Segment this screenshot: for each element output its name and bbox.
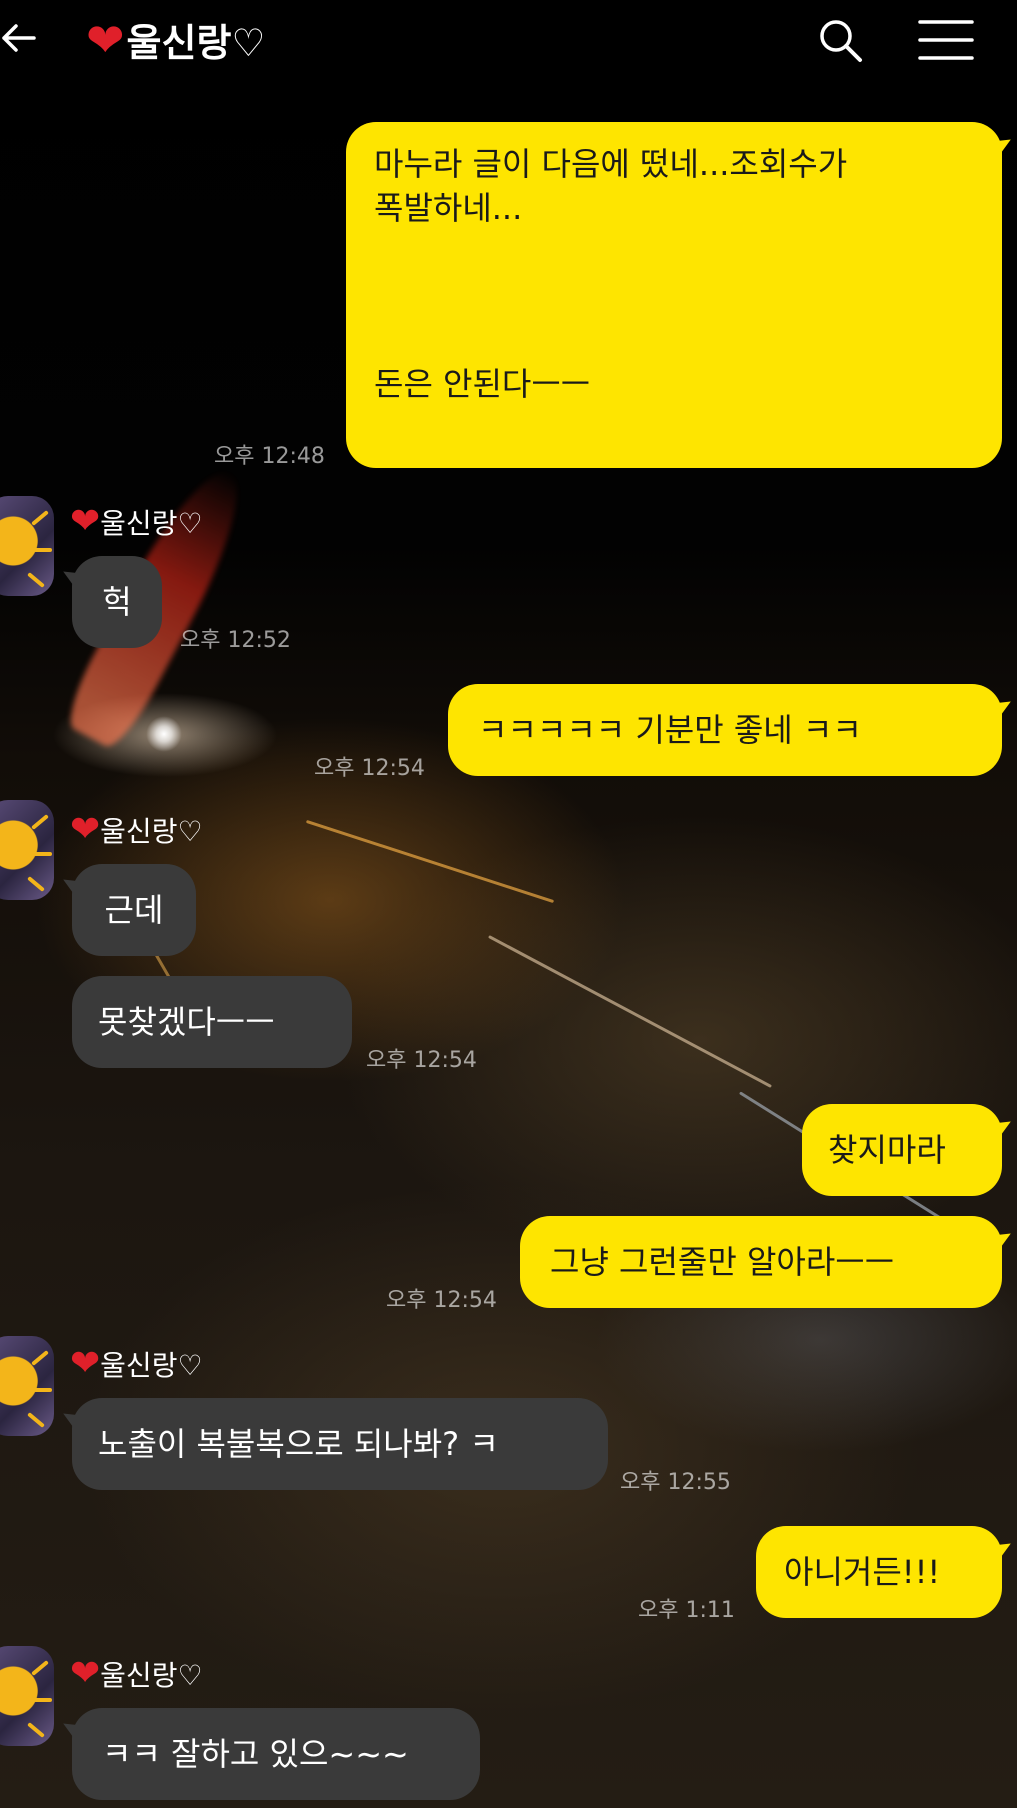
sender-name-text: 울신랑♡ xyxy=(100,507,203,540)
chat-title-text: 울신랑♡ xyxy=(126,21,266,65)
hamburger-menu-icon xyxy=(918,20,974,60)
back-button[interactable] xyxy=(0,18,40,58)
their-message-bubble[interactable]: 근데 xyxy=(72,864,196,956)
my-message-bubble[interactable]: 그냥 그런줄만 알아라ㅡㅡ xyxy=(520,1216,1002,1308)
back-arrow-icon xyxy=(2,24,36,52)
menu-button[interactable] xyxy=(918,16,974,64)
my-message-bubble[interactable]: 마누라 글이 다음에 떴네...조회수가 폭발하네... 돈은 안된다ㅡㅡ xyxy=(346,122,1002,468)
background-road-light xyxy=(305,819,555,904)
message-time: 오후 12:54 xyxy=(314,756,425,781)
sender-name-text: 울신랑♡ xyxy=(100,1349,203,1382)
heart-icon: ❤ xyxy=(86,12,125,67)
my-message-bubble[interactable]: ㅋㅋㅋㅋㅋ 기분만 좋네 ㅋㅋ xyxy=(448,684,1002,776)
message-time: 오후 12:54 xyxy=(366,1048,477,1073)
avatar[interactable] xyxy=(0,496,54,596)
sender-name: ❤ 울신랑♡ xyxy=(70,810,203,850)
background-light-flare xyxy=(146,716,182,752)
their-message-bubble[interactable]: 노출이 복불복으로 되나봐? ㅋ xyxy=(72,1398,608,1490)
sender-name-text: 울신랑♡ xyxy=(100,815,203,848)
their-message-bubble[interactable]: 헉 xyxy=(72,556,162,648)
my-message-bubble[interactable]: 찾지마라 xyxy=(802,1104,1002,1196)
their-message-bubble[interactable]: 못찾겠다ㅡㅡ xyxy=(72,976,352,1068)
background-road-light xyxy=(488,935,772,1088)
message-time: 오후 12:54 xyxy=(386,1288,497,1313)
avatar[interactable] xyxy=(0,1646,54,1746)
search-icon xyxy=(820,20,862,62)
chat-header: ❤ 울신랑♡ xyxy=(0,0,1017,80)
avatar[interactable] xyxy=(0,1336,54,1436)
heart-icon: ❤ xyxy=(70,809,101,850)
their-message-bubble[interactable]: ㅋㅋ 잘하고 있으~~~ xyxy=(72,1708,480,1800)
avatar[interactable] xyxy=(0,800,54,900)
message-time: 오후 12:48 xyxy=(214,444,325,469)
message-time: 오후 12:55 xyxy=(620,1470,731,1495)
heart-icon: ❤ xyxy=(70,501,101,542)
sender-name: ❤ 울신랑♡ xyxy=(70,1654,203,1694)
search-button[interactable] xyxy=(816,16,864,64)
chat-title: ❤ 울신랑♡ xyxy=(86,12,266,67)
sender-name-text: 울신랑♡ xyxy=(100,1659,203,1692)
message-time: 오후 1:11 xyxy=(638,1598,735,1623)
my-message-bubble[interactable]: 아니거든!!! xyxy=(756,1526,1002,1618)
heart-icon: ❤ xyxy=(70,1653,101,1694)
heart-icon: ❤ xyxy=(70,1343,101,1384)
sender-name: ❤ 울신랑♡ xyxy=(70,1344,203,1384)
message-time: 오후 12:52 xyxy=(180,628,291,653)
sender-name: ❤ 울신랑♡ xyxy=(70,502,203,542)
